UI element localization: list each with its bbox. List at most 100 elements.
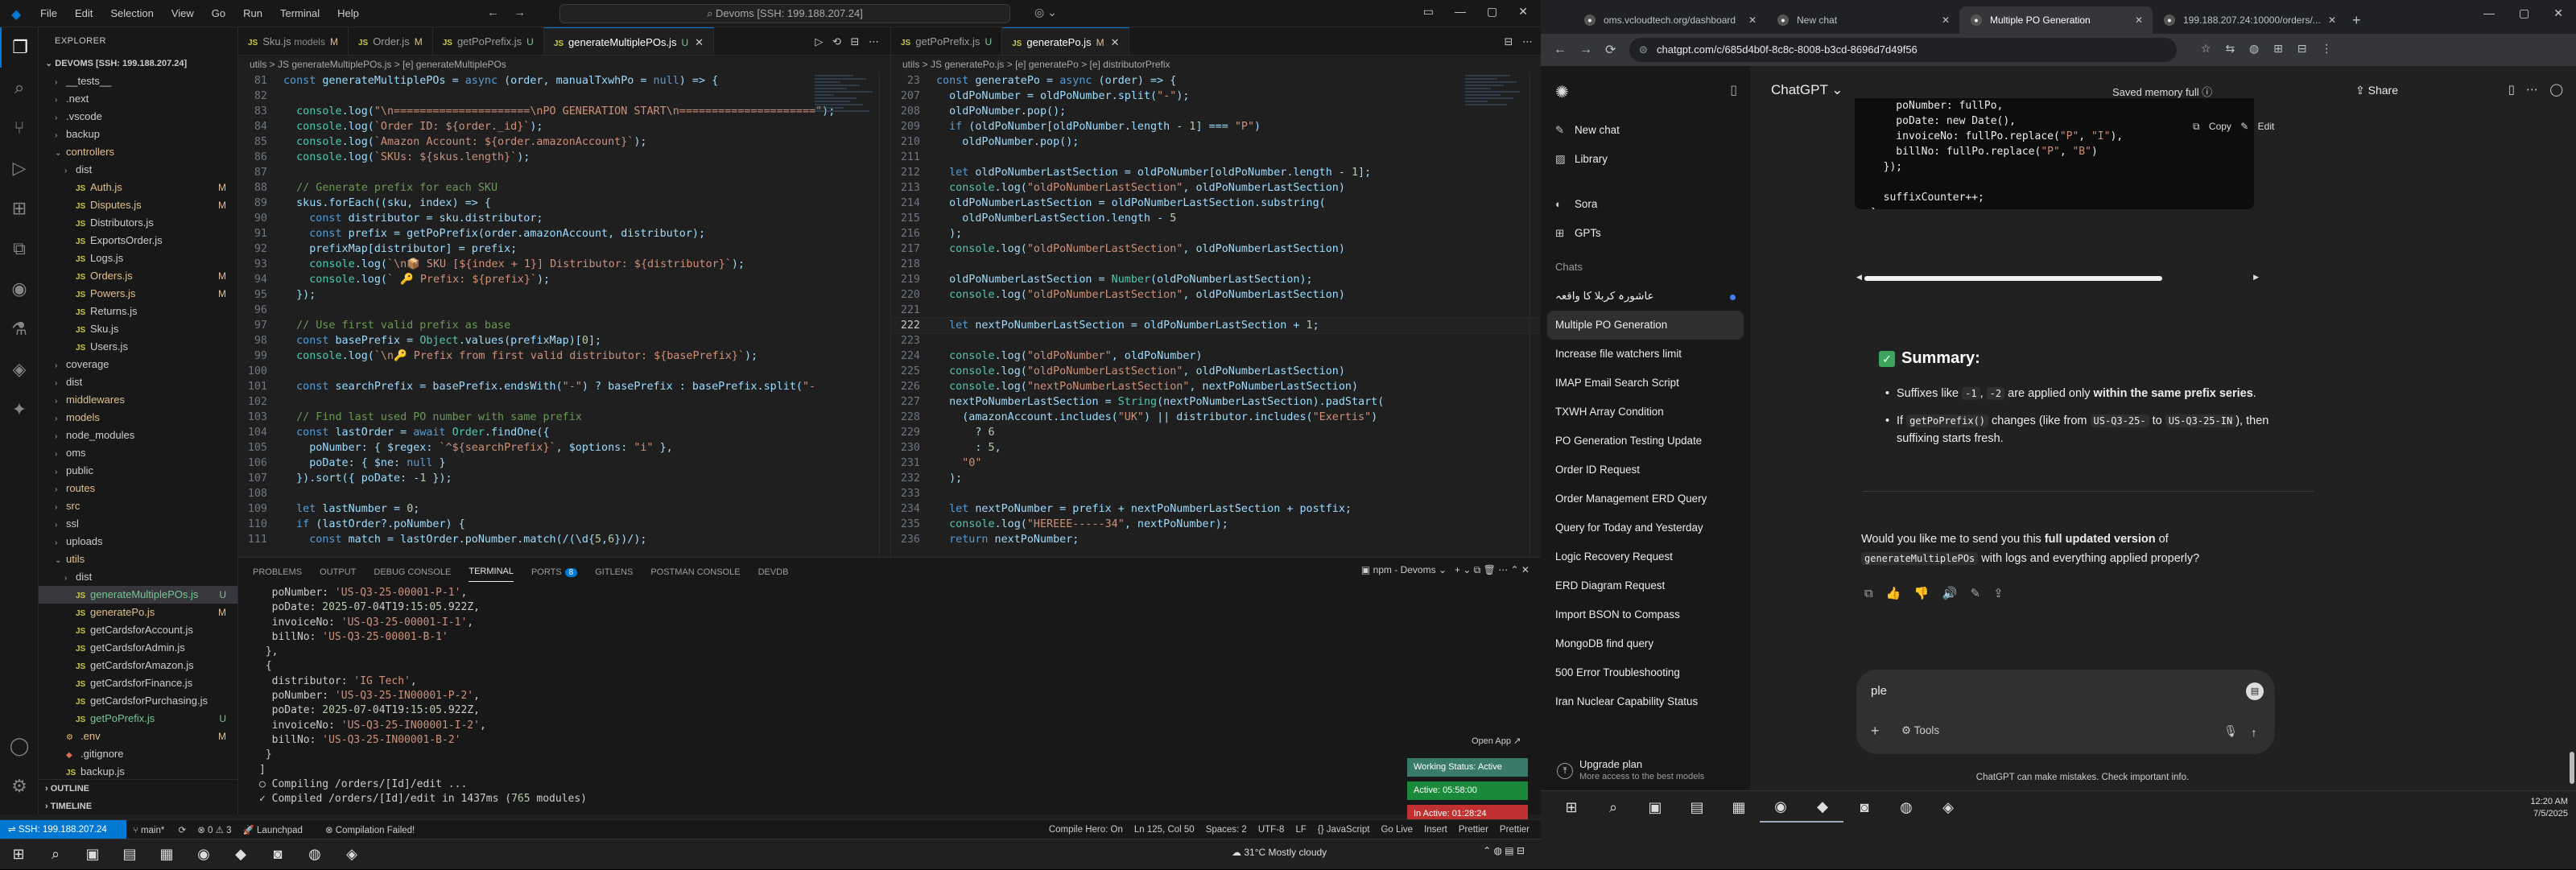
tools-button[interactable]: ⚙ Tools bbox=[1901, 724, 1939, 737]
vscode-icon[interactable]: ◆ bbox=[1802, 792, 1843, 823]
share-icon[interactable]: ⇪ bbox=[1993, 587, 2004, 600]
reload-icon[interactable]: ⟳ bbox=[1605, 42, 1616, 58]
url-field[interactable]: ⊜ chatgpt.com/c/685d4b0f-8c8c-8008-b3cd-… bbox=[1629, 38, 2177, 62]
minimap[interactable] bbox=[815, 73, 879, 556]
menu-item[interactable]: Selection bbox=[110, 7, 153, 19]
tree-file[interactable]: ◆ .gitignore bbox=[39, 745, 237, 763]
docker-icon[interactable]: ◈ bbox=[0, 349, 39, 390]
tree-folder[interactable]: ⌄ controllers bbox=[39, 143, 237, 161]
tree-folder[interactable]: › uploads bbox=[39, 533, 237, 550]
app-icon[interactable]: ◍ bbox=[296, 839, 333, 870]
chat-history-item[interactable]: TXWH Array Condition bbox=[1541, 398, 1750, 427]
tree-folder[interactable]: › __tests__ bbox=[39, 72, 237, 90]
model-selector[interactable]: ChatGPT ⌄ bbox=[1771, 82, 1843, 98]
maximize-icon[interactable]: ▢ bbox=[1487, 5, 1497, 19]
tree-file[interactable]: JS getCardsforAccount.js bbox=[39, 621, 237, 639]
tree-file[interactable]: JS getCardsforFinance.js bbox=[39, 674, 237, 692]
panel-tab[interactable]: DEVDB bbox=[758, 567, 789, 577]
app-icon[interactable]: ◈ bbox=[1927, 792, 1969, 823]
menu-item[interactable]: Go bbox=[212, 7, 225, 19]
status-item[interactable]: Prettier bbox=[1500, 825, 1530, 835]
close-tab-icon[interactable]: ✕ bbox=[695, 36, 704, 48]
tree-folder[interactable]: › ssl bbox=[39, 515, 237, 533]
thumbs-up-icon[interactable]: 👍 bbox=[1886, 587, 1901, 600]
tree-folder[interactable]: › node_modules bbox=[39, 427, 237, 444]
send-arrow-icon[interactable]: ↑ bbox=[2243, 721, 2265, 744]
store-icon[interactable]: ▦ bbox=[1718, 792, 1760, 823]
tree-folder[interactable]: ⌄ utils bbox=[39, 550, 237, 568]
code-horizontal-scrollbar[interactable]: ◀ ▶ bbox=[1856, 273, 2259, 282]
tree-folder[interactable]: › backup bbox=[39, 126, 237, 143]
editor-scrollbar[interactable] bbox=[1530, 73, 1541, 556]
search-icon[interactable]: ⌕ bbox=[1592, 792, 1634, 823]
tree-file[interactable]: JS Logs.js bbox=[39, 249, 237, 267]
chat-history-item[interactable]: MongoDB find query bbox=[1541, 629, 1750, 658]
nav-arrows[interactable]: ← → bbox=[487, 6, 526, 19]
tree-file[interactable]: JS getCardsforAmazon.js bbox=[39, 657, 237, 674]
system-clock[interactable]: 12:20 AM 7/5/2025 bbox=[2531, 796, 2568, 820]
status-item[interactable]: Compile Hero: On bbox=[1049, 825, 1123, 835]
share-button[interactable]: ⇪ Share bbox=[2344, 77, 2409, 103]
tree-folder[interactable]: › dist bbox=[39, 373, 237, 391]
tree-file[interactable]: ⚙ .env M bbox=[39, 728, 237, 745]
editor-tab[interactable]: JS getPoPrefix.js U bbox=[433, 27, 544, 55]
copy-icon[interactable]: ⧉ bbox=[1864, 587, 1873, 600]
tree-folder[interactable]: › dist bbox=[39, 568, 237, 586]
new-chat-button[interactable]: ✎ New chat bbox=[1541, 116, 1750, 145]
chat-history-item[interactable]: Increase file watchers limit bbox=[1541, 340, 1750, 369]
minimap[interactable] bbox=[1465, 73, 1530, 556]
tree-folder[interactable]: › dist bbox=[39, 161, 237, 179]
code-block[interactable]: poNumber: fullPo, poDate: new Date(), in… bbox=[1855, 98, 2254, 209]
tree-file[interactable]: JS Sku.js bbox=[39, 320, 237, 338]
prompt-input[interactable]: ple bbox=[1871, 684, 1887, 698]
editor-tab[interactable]: JS generateMultiplePOs.js U ✕ bbox=[543, 27, 715, 55]
close-icon[interactable]: ✕ bbox=[2553, 6, 2563, 20]
tree-folder[interactable]: › coverage bbox=[39, 356, 237, 373]
status-item[interactable]: UTF-8 bbox=[1258, 825, 1285, 835]
tree-folder[interactable]: › models bbox=[39, 409, 237, 427]
tree-file[interactable]: JS backup.js bbox=[39, 763, 237, 781]
attach-plus-icon[interactable]: + bbox=[1871, 723, 1880, 740]
search-icon[interactable]: ⌕ bbox=[0, 68, 39, 108]
back-icon[interactable]: ← bbox=[1554, 43, 1567, 57]
edit-button[interactable]: ✎ Edit bbox=[2240, 121, 2274, 132]
panel-tab[interactable]: OUTPUT bbox=[320, 567, 356, 577]
chrome-icon[interactable]: ◉ bbox=[1760, 792, 1802, 823]
scroll-thumb[interactable] bbox=[1864, 276, 2162, 281]
site-info-icon[interactable]: ⊜ bbox=[1639, 38, 1648, 62]
tree-file[interactable]: JS Orders.js M bbox=[39, 267, 237, 285]
store-icon[interactable]: ▦ bbox=[148, 839, 185, 870]
close-tab-icon[interactable]: ✕ bbox=[2135, 6, 2143, 34]
status-item[interactable]: Ln 125, Col 50 bbox=[1134, 825, 1195, 835]
explorer-icon[interactable]: ❐ bbox=[0, 27, 39, 68]
app-icon[interactable]: ◈ bbox=[333, 839, 370, 870]
menu-item[interactable]: Terminal bbox=[280, 7, 320, 19]
tree-folder[interactable]: › routes bbox=[39, 480, 237, 497]
postman-icon[interactable]: ✦ bbox=[0, 390, 39, 430]
browser-tab[interactable]: ● 199.188.207.24:10000/orders/... ✕ bbox=[2153, 6, 2346, 34]
new-tab-icon[interactable]: + bbox=[2352, 6, 2361, 34]
start-icon[interactable]: ⊞ bbox=[1550, 792, 1592, 823]
chat-history-item[interactable]: Iran Nuclear Capability Status bbox=[1541, 687, 1750, 716]
status-item[interactable]: LF bbox=[1295, 825, 1306, 835]
close-tab-icon[interactable]: ✕ bbox=[1748, 6, 1757, 34]
remote-explorer-icon[interactable]: ⧉ bbox=[0, 229, 39, 269]
compile-status[interactable]: ⊗ Compilation Failed! bbox=[325, 824, 426, 835]
status-item[interactable]: Spaces: 2 bbox=[1206, 825, 1247, 835]
git-branch[interactable]: ⑂ main* ⟳ bbox=[133, 824, 186, 835]
panel-tab[interactable]: PORTS 8 bbox=[531, 567, 578, 577]
close-tab-icon[interactable]: ✕ bbox=[1111, 36, 1120, 48]
memory-status[interactable]: Saved memory full ⓘ bbox=[2112, 84, 2212, 99]
open-app-button[interactable]: Open App ↗ bbox=[1472, 736, 1521, 746]
tree-file[interactable]: JS getCardsforAdmin.js bbox=[39, 639, 237, 657]
breadcrumb[interactable]: utils > JS generatePo.js > [e] generateP… bbox=[891, 56, 1541, 73]
system-tray[interactable]: ⌃ ◍ ▤ ⊟ bbox=[1483, 845, 1525, 856]
tree-file[interactable]: JS Users.js bbox=[39, 338, 237, 356]
chat-history-item[interactable]: Logic Recovery Request bbox=[1541, 542, 1750, 571]
minimize-icon[interactable]: — bbox=[1455, 5, 1466, 19]
copy-button[interactable]: ⧉ Copy bbox=[2193, 121, 2231, 132]
layout-icon[interactable]: ▭ bbox=[1423, 5, 1434, 19]
problems-count[interactable]: ⊗ 0 ⚠ 3 bbox=[197, 824, 231, 835]
gitlens-icon[interactable]: ◉ bbox=[0, 269, 39, 309]
menu-item[interactable]: Edit bbox=[75, 7, 93, 19]
